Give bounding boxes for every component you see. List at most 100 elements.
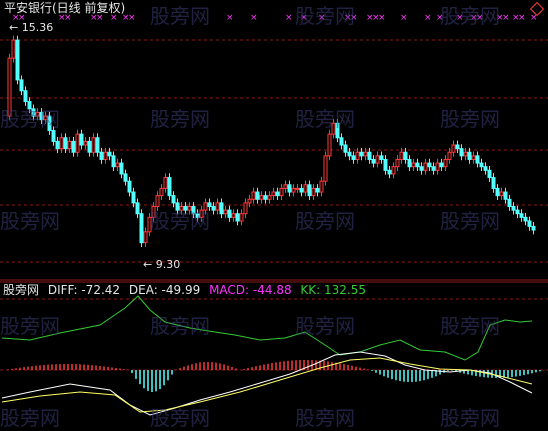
watermark: 股旁网 [150, 406, 210, 430]
candle-body [115, 162, 120, 168]
indicator-name: 股旁网 [3, 283, 40, 297]
watermark: 股旁网 [0, 314, 60, 338]
signal-marker: × [226, 13, 234, 23]
candle-body [11, 39, 16, 59]
candle-body [163, 177, 168, 189]
candle-body [359, 151, 364, 157]
diff-value: DIFF: -72.42 [47, 283, 121, 297]
candle-body [75, 133, 80, 153]
candle-body [399, 151, 404, 160]
candle-body [443, 158, 448, 168]
candle-body [59, 137, 64, 150]
candle-body [131, 191, 136, 204]
candle-body [243, 202, 248, 215]
signal-marker: × [250, 13, 258, 23]
candle-body [235, 213, 240, 222]
watermark: 股旁网 [295, 406, 355, 430]
candle-body [419, 166, 424, 171]
high-price-label: ← 15.36 [9, 21, 54, 34]
watermark: 股旁网 [0, 209, 60, 233]
candle-body [495, 187, 500, 197]
watermark: 股旁网 [0, 406, 60, 430]
signal-marker: × [128, 13, 136, 23]
candle-body [23, 90, 28, 103]
candle-body [19, 79, 24, 92]
watermark: 股旁网 [440, 406, 500, 430]
candle-body [239, 213, 244, 222]
candle-body [339, 137, 344, 146]
candle-body [15, 39, 20, 81]
candle-body [363, 151, 368, 157]
candle-body [247, 198, 252, 204]
candle-body [275, 191, 280, 197]
signal-marker: × [400, 13, 408, 23]
candle-body [483, 166, 488, 171]
candle-body [107, 151, 112, 157]
watermark: 股旁网 [0, 107, 60, 131]
candle-body [287, 184, 292, 193]
candle-body [351, 155, 356, 160]
candle-body [395, 158, 400, 168]
candle-body [447, 151, 452, 160]
candle-body [319, 180, 324, 193]
candle-body [411, 162, 416, 168]
watermark: 股旁网 [295, 107, 355, 131]
candle-body [67, 140, 72, 150]
candle-body [135, 202, 140, 215]
candle-body [431, 166, 436, 171]
candle-body [167, 177, 172, 197]
candle-body [451, 144, 456, 153]
signal-marker: × [285, 13, 293, 23]
candle-body [403, 151, 408, 160]
candle-body [479, 162, 484, 168]
candle-body [407, 158, 412, 168]
candle-body [523, 216, 528, 222]
candle-body [51, 130, 56, 142]
candle-body [103, 151, 108, 160]
candle-body [487, 169, 492, 179]
candle-body [139, 213, 144, 244]
candle-body [371, 158, 376, 164]
candle-body [367, 151, 372, 160]
chart-window[interactable]: × × × × × × × × × × × × × × × × × × × × × × × × × × × × × × 平安银行(日线 前… [0, 0, 548, 430]
candle-body [83, 140, 88, 146]
candle-body [299, 187, 304, 193]
candle-body [223, 209, 228, 215]
candle-body [391, 166, 396, 175]
candle-body [119, 162, 124, 175]
candle-body [259, 195, 264, 200]
candle-body [79, 133, 84, 146]
candle-body [95, 137, 100, 153]
low-price-label: ← 9.30 [143, 258, 181, 271]
kk-value: KK: 132.55 [300, 283, 367, 297]
watermark: 股旁网 [440, 314, 500, 338]
candle-body [315, 187, 320, 193]
watermark: 股旁网 [440, 4, 500, 28]
candle-body [387, 169, 392, 175]
indicator-legend: 股旁网 DIFF: -72.42 DEA: -49.99 MACD: -44.8… [3, 283, 371, 297]
candle-body [475, 155, 480, 164]
candle-body [303, 184, 308, 193]
candle-body [379, 155, 384, 160]
candle-body [291, 187, 296, 193]
dea-value: DEA: -49.99 [128, 283, 201, 297]
candle-body [159, 187, 164, 197]
candle-body [527, 220, 532, 227]
candle-body [463, 151, 468, 157]
candle-body [423, 162, 428, 171]
candle-body [255, 191, 260, 200]
candle-body [515, 209, 520, 215]
candle-body [283, 184, 288, 189]
candle-body [123, 173, 128, 182]
candle-body [295, 187, 300, 190]
candle-body [491, 177, 496, 189]
watermark: 股旁网 [150, 107, 210, 131]
candle-body [343, 144, 348, 153]
watermark: 股旁网 [295, 4, 355, 28]
candle-body [271, 191, 276, 197]
watermark: 股旁网 [295, 209, 355, 233]
candle-body [171, 195, 176, 204]
candle-body [467, 151, 472, 160]
candle-body [219, 202, 224, 215]
candle-body [211, 206, 216, 211]
